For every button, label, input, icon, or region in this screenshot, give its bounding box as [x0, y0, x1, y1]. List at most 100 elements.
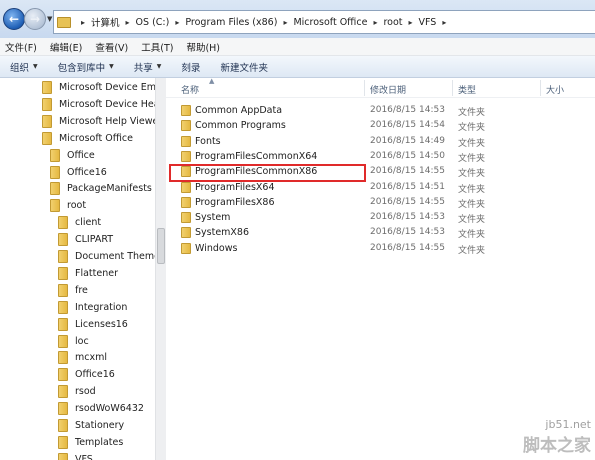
tree-item[interactable]: root: [50, 197, 86, 214]
folder-icon: [42, 97, 52, 111]
breadcrumb-vfs[interactable]: VFS: [419, 17, 437, 28]
folder-icon: [181, 120, 191, 132]
burn-button[interactable]: 刻录: [181, 60, 200, 74]
tree-item[interactable]: Microsoft Help Viewer: [42, 113, 155, 130]
chevron-right-icon[interactable]: ▸: [442, 18, 446, 27]
navigation-pane[interactable]: Microsoft Device Emul Microsoft Device He…: [0, 78, 155, 460]
column-divider[interactable]: [540, 80, 541, 96]
menu-view[interactable]: 查看(V): [95, 40, 128, 54]
column-header-row: ▲ 名称 修改日期 类型 大小: [166, 77, 595, 98]
tree-item[interactable]: Office16: [58, 366, 115, 383]
file-row[interactable]: System 2016/8/15 14:53 文件夹: [166, 210, 595, 225]
file-row[interactable]: ProgramFilesCommonX64 2016/8/15 14:50 文件夹: [166, 149, 595, 164]
recent-pages-chevron-icon[interactable]: ▼: [47, 15, 52, 23]
tree-item-label: Microsoft Device Emul: [59, 82, 155, 93]
tree-item[interactable]: Stationery: [58, 417, 124, 434]
file-row[interactable]: ProgramFilesCommonX86 2016/8/15 14:55 文件夹: [166, 164, 595, 179]
file-row[interactable]: Common AppData 2016/8/15 14:53 文件夹: [166, 103, 595, 118]
organize-button[interactable]: 组织 ▼: [10, 60, 38, 74]
tree-item[interactable]: rsod: [58, 383, 96, 400]
breadcrumb-microsoft-office[interactable]: Microsoft Office: [293, 17, 367, 28]
tree-item[interactable]: Office: [50, 147, 95, 164]
menu-tools[interactable]: 工具(T): [141, 40, 173, 54]
back-button[interactable]: ←: [3, 8, 25, 30]
file-date: 2016/8/15 14:53: [370, 105, 445, 115]
tree-item[interactable]: Templates: [58, 434, 123, 451]
column-date[interactable]: 修改日期: [370, 83, 406, 96]
breadcrumb-os-c[interactable]: OS (C:): [136, 17, 170, 28]
share-button[interactable]: 共享 ▼: [134, 60, 162, 74]
tree-item[interactable]: rsodWoW6432: [58, 400, 144, 417]
address-bar[interactable]: ▸ 计算机 ▸ OS (C:) ▸ Program Files (x86) ▸ …: [53, 10, 595, 34]
tree-item-label: Flattener: [75, 267, 118, 279]
folder-icon: [58, 300, 68, 314]
breadcrumb-root[interactable]: root: [383, 17, 402, 28]
tree-item[interactable]: Microsoft Office: [42, 130, 133, 147]
tree-item[interactable]: Document Themes: [58, 248, 155, 265]
new-folder-button[interactable]: 新建文件夹: [220, 60, 268, 74]
menu-edit[interactable]: 编辑(E): [50, 40, 82, 54]
tree-item-label: fre: [75, 284, 88, 296]
column-name[interactable]: 名称: [181, 83, 199, 96]
navigation-scrollbar[interactable]: [155, 78, 166, 460]
tree-item-label: Integration: [75, 301, 128, 313]
tree-item[interactable]: loc: [58, 333, 89, 350]
breadcrumb-program-files-x86[interactable]: Program Files (x86): [185, 17, 277, 28]
folder-icon: [58, 317, 68, 331]
tree-item-label: root: [67, 200, 87, 212]
folder-icon: [181, 135, 191, 147]
file-row[interactable]: Common Programs 2016/8/15 14:54 文件夹: [166, 118, 595, 133]
tree-item[interactable]: mcxml: [58, 349, 107, 366]
file-name: System: [195, 212, 231, 224]
file-row[interactable]: ProgramFilesX64 2016/8/15 14:51 文件夹: [166, 180, 595, 195]
menu-file[interactable]: 文件(F): [5, 40, 37, 54]
breadcrumb-computer[interactable]: 计算机: [91, 15, 120, 29]
tree-item[interactable]: Microsoft Device Healt: [42, 96, 155, 113]
chevron-right-icon[interactable]: ▸: [373, 18, 377, 27]
folder-icon: [181, 227, 191, 239]
sort-arrow-icon: ▲: [209, 77, 215, 85]
forward-button[interactable]: →: [24, 8, 46, 30]
folder-icon: [50, 199, 60, 213]
include-in-library-button[interactable]: 包含到库中 ▼: [58, 60, 114, 74]
tree-item[interactable]: Office16: [50, 164, 107, 181]
file-row[interactable]: ProgramFilesX86 2016/8/15 14:55 文件夹: [166, 195, 595, 210]
tree-item[interactable]: Flattener: [58, 265, 118, 282]
tree-item-label: Microsoft Device Healt: [59, 98, 155, 110]
tree-item-label: Licenses16: [75, 318, 128, 330]
file-name: Fonts: [195, 135, 221, 147]
chevron-right-icon[interactable]: ▸: [126, 18, 130, 27]
menu-help[interactable]: 帮助(H): [186, 40, 220, 54]
tree-item[interactable]: Integration: [58, 299, 127, 316]
tree-item[interactable]: PackageManifests: [50, 180, 152, 197]
column-divider[interactable]: [364, 80, 365, 96]
chevron-right-icon[interactable]: ▸: [81, 18, 85, 27]
tree-item[interactable]: Microsoft Device Emul: [42, 79, 155, 96]
file-type: 文件夹: [458, 215, 486, 226]
tree-item[interactable]: fre: [58, 282, 88, 299]
file-row[interactable]: Fonts 2016/8/15 14:49 文件夹: [166, 134, 595, 149]
file-type: 文件夹: [458, 230, 486, 241]
chevron-right-icon[interactable]: ▸: [409, 18, 413, 27]
tree-item[interactable]: VFS: [58, 451, 93, 460]
folder-icon: [42, 81, 52, 94]
folder-icon: [181, 166, 191, 178]
organize-label: 组织: [10, 62, 30, 74]
column-size[interactable]: 大小: [546, 83, 564, 96]
file-row[interactable]: SystemX86 2016/8/15 14:53 文件夹: [166, 225, 595, 240]
column-divider[interactable]: [452, 80, 453, 96]
column-type[interactable]: 类型: [458, 83, 476, 96]
chevron-right-icon[interactable]: ▸: [283, 18, 287, 27]
tree-item-label: VFS: [75, 453, 93, 460]
scrollbar-thumb[interactable]: [157, 228, 165, 264]
file-type: 文件夹: [458, 153, 486, 164]
tree-item[interactable]: Licenses16: [58, 316, 128, 333]
tree-item[interactable]: CLIPART: [58, 231, 113, 248]
tree-item-label: client: [75, 217, 102, 229]
tree-item-label: PackageManifests: [67, 183, 152, 195]
file-list[interactable]: ▲ 名称 修改日期 类型 大小 Common AppData 2016/8/15 …: [166, 77, 595, 460]
tree-item[interactable]: client: [58, 214, 101, 231]
file-row[interactable]: Windows 2016/8/15 14:55 文件夹: [166, 241, 595, 256]
watermark: jb51.net 脚本之家: [523, 418, 591, 456]
chevron-right-icon[interactable]: ▸: [175, 18, 179, 27]
